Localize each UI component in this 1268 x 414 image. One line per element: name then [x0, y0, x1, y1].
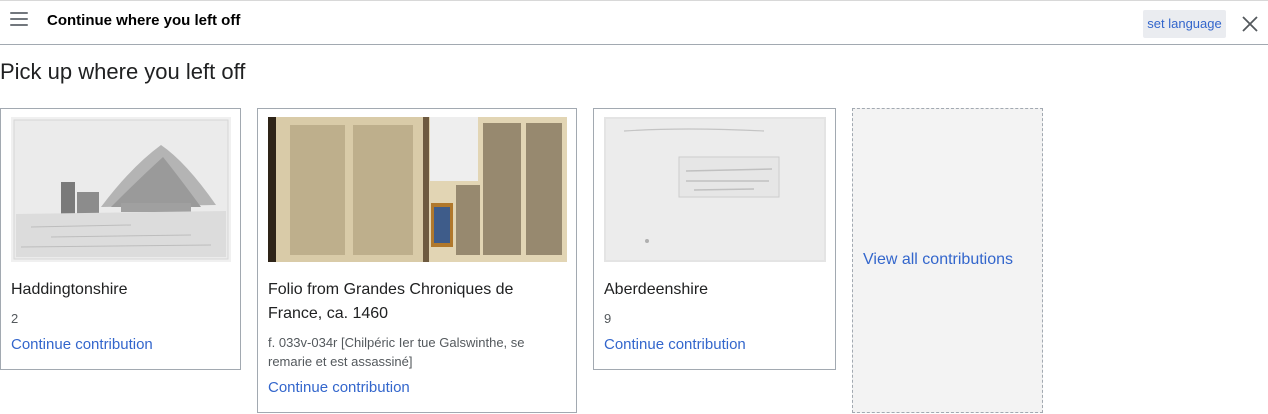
view-all-card[interactable]: View all contributions [852, 108, 1043, 413]
contribution-thumbnail[interactable] [604, 117, 826, 262]
contribution-card[interactable]: Folio from Grandes Chroniques de France,… [257, 108, 577, 413]
continue-contribution-link[interactable]: Continue contribution [604, 336, 746, 353]
card-title: Aberdeenshire [604, 281, 709, 298]
continue-contribution-link[interactable]: Continue contribution [11, 336, 153, 353]
close-icon[interactable] [1241, 15, 1259, 33]
card-meta: 9 [604, 311, 612, 326]
continue-contribution-link[interactable]: Continue contribution [268, 379, 410, 396]
header-title: Continue where you left off [47, 12, 241, 29]
page-title: Pick up where you left off [0, 59, 246, 84]
card-title: Haddingtonshire [11, 281, 128, 298]
contribution-thumbnail[interactable] [268, 117, 567, 262]
card-meta: 2 [11, 311, 19, 326]
top-bar: Continue where you left off set language [0, 0, 1268, 45]
hamburger-menu-icon[interactable] [10, 12, 28, 26]
set-language-button[interactable]: set language [1143, 10, 1226, 38]
view-all-contributions-link[interactable]: View all contributions [863, 251, 1013, 269]
contribution-thumbnail[interactable] [11, 117, 231, 262]
contribution-card[interactable]: Aberdeenshire 9 Continue contribution [593, 108, 836, 370]
card-meta: f. 033v-034r [Chilpéric Ier tue Galswint… [268, 335, 525, 369]
card-title: Folio from Grandes Chroniques de France,… [268, 281, 514, 322]
contribution-card[interactable]: Haddingtonshire 2 Continue contribution [0, 108, 241, 370]
